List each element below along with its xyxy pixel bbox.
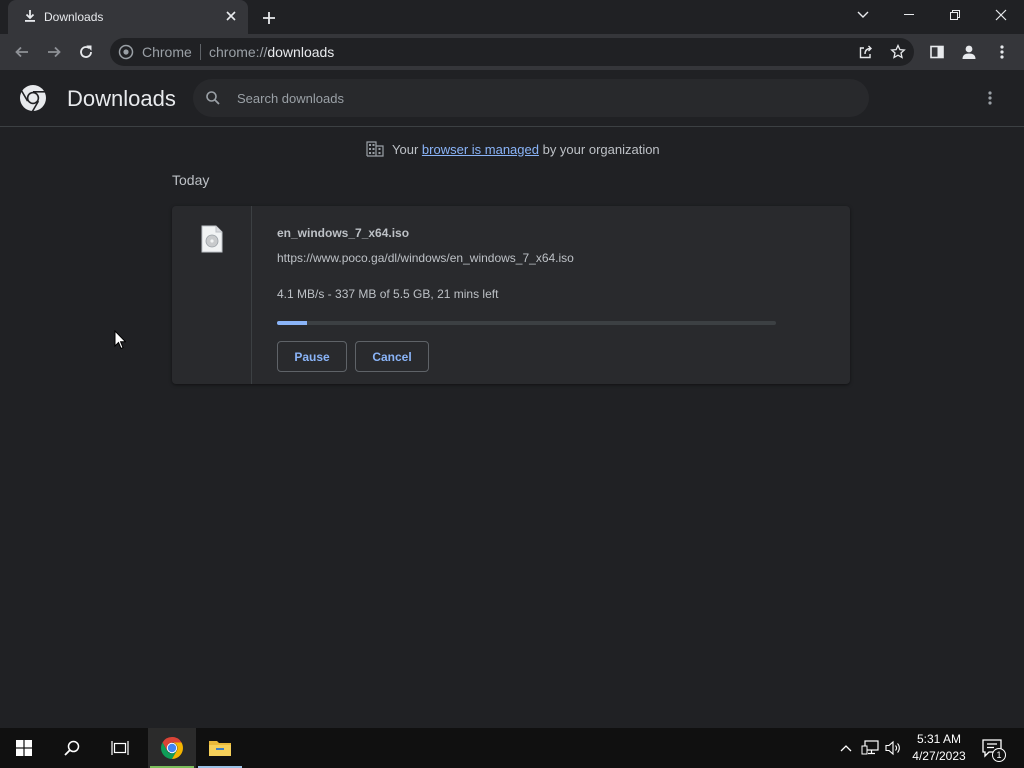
- search-input[interactable]: [237, 79, 847, 117]
- search-box[interactable]: [193, 79, 869, 117]
- tab-downloads[interactable]: Downloads: [8, 0, 248, 34]
- omnibox-divider: [200, 44, 201, 60]
- bookmark-star-icon[interactable]: [884, 38, 912, 66]
- clock-time: 5:31 AM: [916, 732, 962, 746]
- browser-managed-link[interactable]: browser is managed: [422, 142, 539, 157]
- tab-title: Downloads: [44, 10, 104, 24]
- tab-strip: Downloads: [0, 0, 1024, 34]
- download-status: 4.1 MB/s - 337 MB of 5.5 GB, 21 mins lef…: [277, 287, 499, 301]
- tab-close-icon[interactable]: [222, 7, 240, 25]
- site-chip: Chrome: [142, 44, 192, 60]
- profile-icon[interactable]: [955, 38, 983, 66]
- new-tab-icon[interactable]: [258, 7, 280, 29]
- mouse-cursor-icon: [114, 330, 126, 350]
- taskbar-clock[interactable]: 5:31 AM 4/27/2023: [906, 731, 972, 765]
- minimize-icon[interactable]: [886, 0, 932, 30]
- download-url[interactable]: https://www.poco.ga/dl/windows/en_window…: [277, 251, 574, 265]
- taskbar-search-icon[interactable]: [48, 728, 96, 768]
- page-title: Downloads: [67, 86, 176, 111]
- windows-start-icon[interactable]: [0, 728, 48, 768]
- chrome-site-icon: [118, 44, 134, 60]
- download-icon: [25, 10, 35, 22]
- date-section-label: Today: [172, 172, 210, 188]
- managed-suffix: by your organization: [542, 141, 660, 157]
- browser-toolbar: Chrome chrome://downloads: [0, 34, 1024, 70]
- forward-icon[interactable]: [40, 38, 68, 66]
- address-bar[interactable]: Chrome chrome://downloads: [110, 38, 914, 66]
- cancel-button[interactable]: Cancel: [355, 341, 429, 372]
- url-scheme: chrome://: [209, 44, 268, 60]
- download-progress-fill: [277, 321, 308, 325]
- url-text[interactable]: chrome://downloads: [209, 44, 334, 60]
- url-host: downloads: [267, 44, 335, 60]
- downloads-header: Downloads: [0, 70, 1024, 127]
- reload-icon[interactable]: [72, 38, 100, 66]
- tray-chevron-up-icon[interactable]: [836, 738, 856, 758]
- building-icon: [366, 141, 384, 157]
- pause-button[interactable]: Pause: [277, 341, 347, 372]
- managed-notice: Your browser is managed by your organiza…: [366, 140, 660, 158]
- download-progress-bar: [277, 321, 776, 325]
- browser-menu-icon[interactable]: [988, 38, 1016, 66]
- file-icon-column: [172, 206, 252, 384]
- back-icon[interactable]: [8, 38, 36, 66]
- clock-date: 4/27/2023: [912, 749, 966, 763]
- managed-prefix: Your: [392, 141, 419, 157]
- side-panel-icon[interactable]: [923, 38, 951, 66]
- taskbar-chrome-icon[interactable]: [148, 728, 196, 768]
- search-icon: [206, 91, 220, 105]
- taskbar: 5:31 AM 4/27/2023 1: [0, 728, 1024, 768]
- share-icon[interactable]: [852, 38, 880, 66]
- notification-count-badge: 1: [992, 748, 1006, 762]
- close-window-icon[interactable]: [978, 0, 1024, 30]
- download-item: en_windows_7_x64.iso https://www.poco.ga…: [172, 206, 850, 384]
- task-view-icon[interactable]: [96, 728, 144, 768]
- download-filename[interactable]: en_windows_7_x64.iso: [277, 226, 409, 240]
- network-icon[interactable]: [860, 738, 880, 758]
- more-actions-icon[interactable]: [978, 86, 1002, 110]
- screen: Downloads Chrome chrome://downloads Down…: [0, 0, 1024, 768]
- tab-search-chevron-icon[interactable]: [840, 0, 886, 30]
- volume-icon[interactable]: [884, 738, 904, 758]
- chrome-logo-icon: [20, 85, 46, 112]
- file-explorer-icon[interactable]: [196, 728, 244, 768]
- restore-icon[interactable]: [932, 0, 978, 30]
- file-icon: [201, 225, 223, 253]
